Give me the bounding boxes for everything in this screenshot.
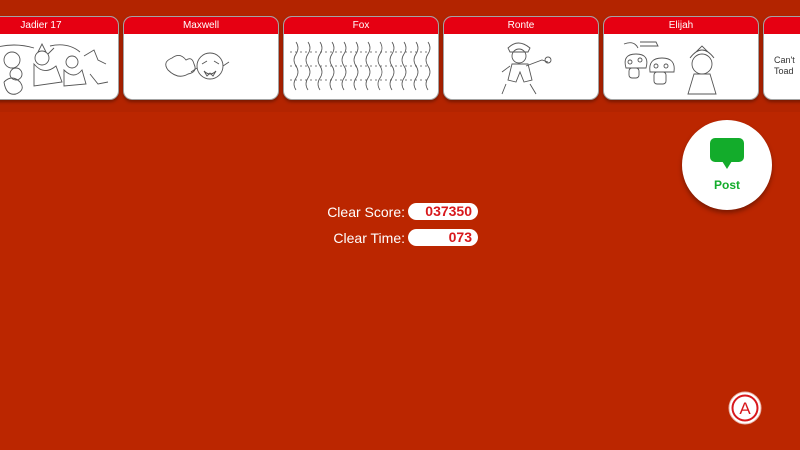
post-text: Can't Toad — [774, 55, 795, 76]
post-author-name: Elijah — [604, 17, 758, 34]
post-drawing — [623, 41, 717, 95]
post-author-name: Maxwell — [124, 17, 278, 34]
miiverse-posts-strip: Jadier 17 Maxwell Fox Ronte Elijah Can't… — [0, 15, 800, 105]
clear-time-value: 073 — [408, 229, 478, 246]
clear-time-label: Clear Time: — [333, 230, 405, 246]
post-author-name — [764, 17, 800, 34]
a-button-glyph: A — [739, 399, 751, 418]
post-author-name: Jadier 17 — [0, 17, 118, 34]
speech-bubble-icon — [710, 138, 744, 175]
post-drawing — [290, 41, 431, 91]
post-card[interactable]: Elijah — [603, 16, 759, 100]
post-author-name: Ronte — [444, 17, 598, 34]
post-button-label: Post — [713, 178, 740, 192]
clear-score-value: 037350 — [408, 203, 478, 220]
post-drawing — [0, 42, 109, 95]
post-button[interactable]: Post — [682, 120, 772, 210]
post-card[interactable]: Fox — [283, 16, 439, 100]
post-drawing — [501, 42, 552, 95]
a-button-icon[interactable]: A — [728, 391, 762, 430]
clear-score-label: Clear Score: — [327, 204, 405, 220]
clear-score-row: Clear Score: 037350 — [300, 203, 500, 221]
post-card[interactable]: Ronte — [443, 16, 599, 100]
post-card[interactable]: Maxwell — [123, 16, 279, 100]
clear-time-row: Clear Time: 073 — [300, 229, 500, 247]
post-card[interactable]: Jadier 17 — [0, 16, 119, 100]
post-author-name: Fox — [284, 17, 438, 34]
post-drawing — [165, 52, 230, 80]
post-card[interactable]: Can't Toad — [763, 16, 800, 100]
